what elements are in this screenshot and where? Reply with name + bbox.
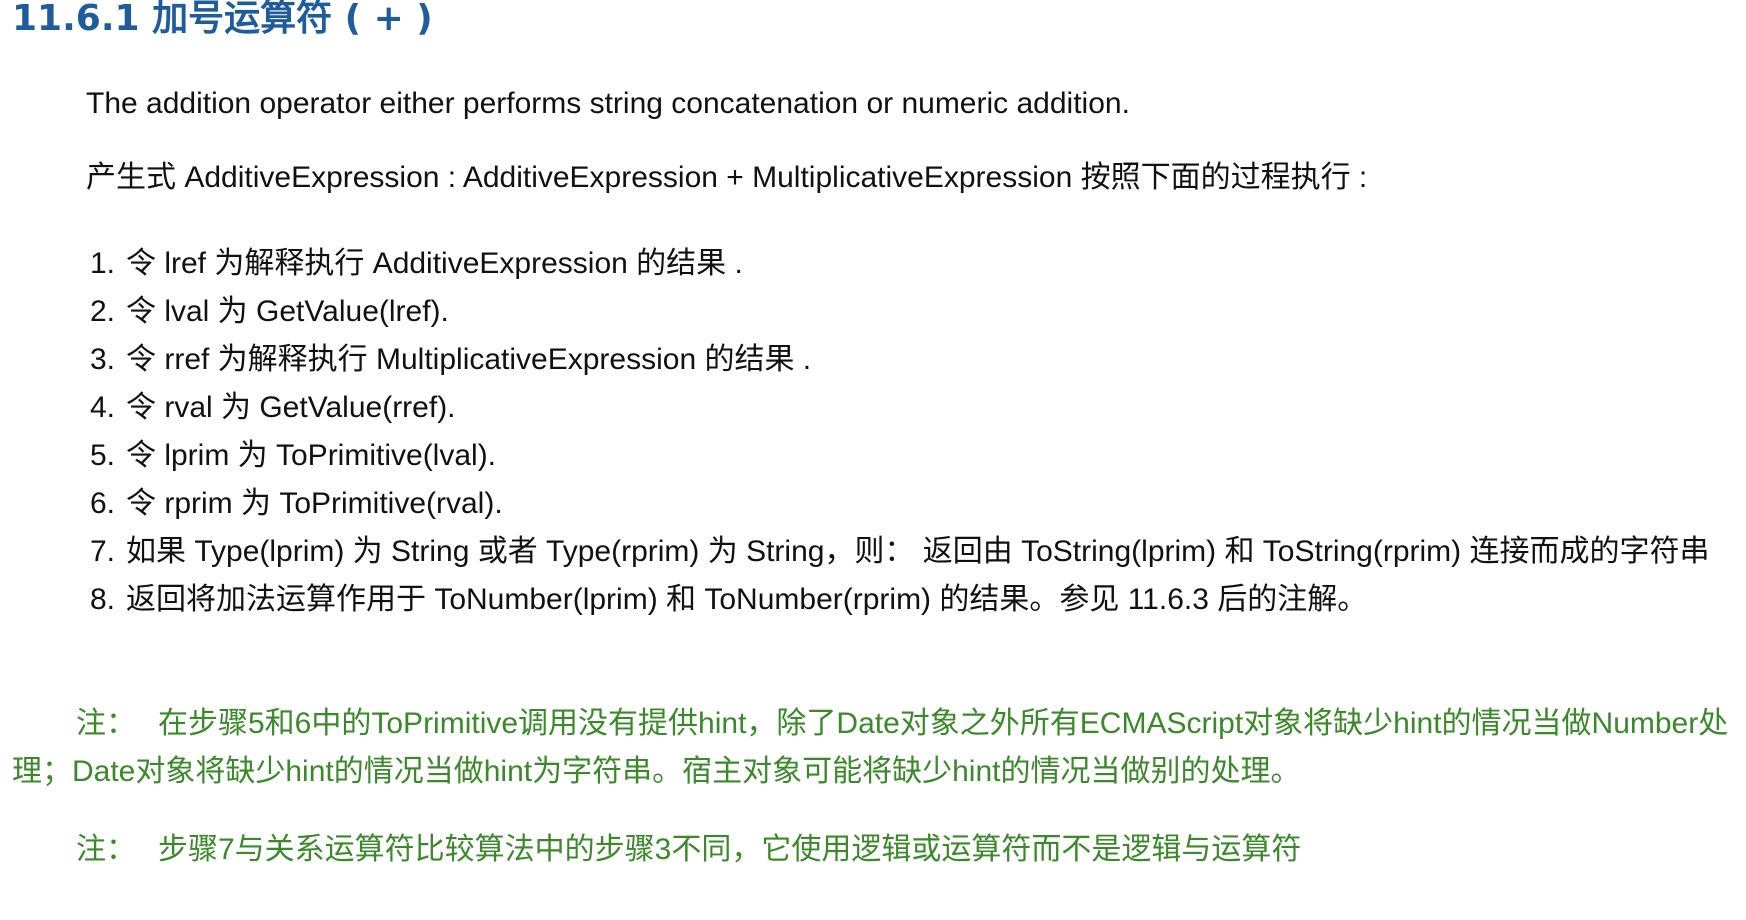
step-number: 4. [90,391,116,424]
step-item: 5. 令 lprim 为 ToPrimitive(lval). [90,432,1730,480]
step-text: 令 rval 为 GetValue(rref). [126,391,456,424]
step-text: 令 lprim 为 ToPrimitive(lval). [126,439,497,472]
step-text: 如果 Type(lprim) 为 String 或者 Type(rprim) 为… [126,535,1710,568]
step-number: 3. [90,343,116,376]
step-text: 令 rprim 为 ToPrimitive(rval). [126,487,503,520]
step-text: 令 rref 为解释执行 MultiplicativeExpression 的结… [126,343,812,376]
note-text: 在步骤5和6中的ToPrimitive调用没有提供hint，除了Date对象之外… [12,707,1729,788]
step-item: 2. 令 lval 为 GetValue(lref). [90,288,1730,336]
note-text: 步骤7与关系运算符比较算法中的步骤3不同，它使用逻辑或运算符而不是逻辑与运算符 [158,833,1302,866]
intro-paragraph: The addition operator either performs st… [86,87,1130,120]
step-item: 1. 令 lref 为解释执行 AdditiveExpression 的结果 . [90,240,1730,288]
production-paragraph: 产生式 AdditiveExpression : AdditiveExpress… [86,161,1368,194]
step-item: 3. 令 rref 为解释执行 MultiplicativeExpression… [90,336,1730,384]
step-item: 7. 如果 Type(lprim) 为 String 或者 Type(rprim… [90,528,1730,576]
step-number: 1. [90,247,116,280]
step-text: 令 lval 为 GetValue(lref). [126,295,449,328]
note-paragraph: 注： 步骤7与关系运算符比较算法中的步骤3不同，它使用逻辑或运算符而不是逻辑与运算… [76,826,1301,874]
step-text: 令 lref 为解释执行 AdditiveExpression 的结果 . [126,247,743,280]
algorithm-steps: 1. 令 lref 为解释执行 AdditiveExpression 的结果 .… [90,240,1730,624]
step-item: 8. 返回将加法运算作用于 ToNumber(lprim) 和 ToNumber… [90,576,1730,624]
step-number: 6. [90,487,116,520]
step-item: 6. 令 rprim 为 ToPrimitive(rval). [90,480,1730,528]
step-text: 返回将加法运算作用于 ToNumber(lprim) 和 ToNumber(rp… [126,583,1368,616]
section-heading: 11.6.1 加号运算符 ( + ) [12,0,433,39]
step-number: 2. [90,295,116,328]
step-number: 5. [90,439,116,472]
step-number: 8. [90,583,116,616]
step-item: 4. 令 rval 为 GetValue(rref). [90,384,1730,432]
note-label: 注： [76,707,136,740]
note-paragraph: 注： 在步骤5和6中的ToPrimitive调用没有提供hint，除了Date对象… [12,700,1732,796]
step-number: 7. [90,535,116,568]
note-label: 注： [76,833,136,866]
